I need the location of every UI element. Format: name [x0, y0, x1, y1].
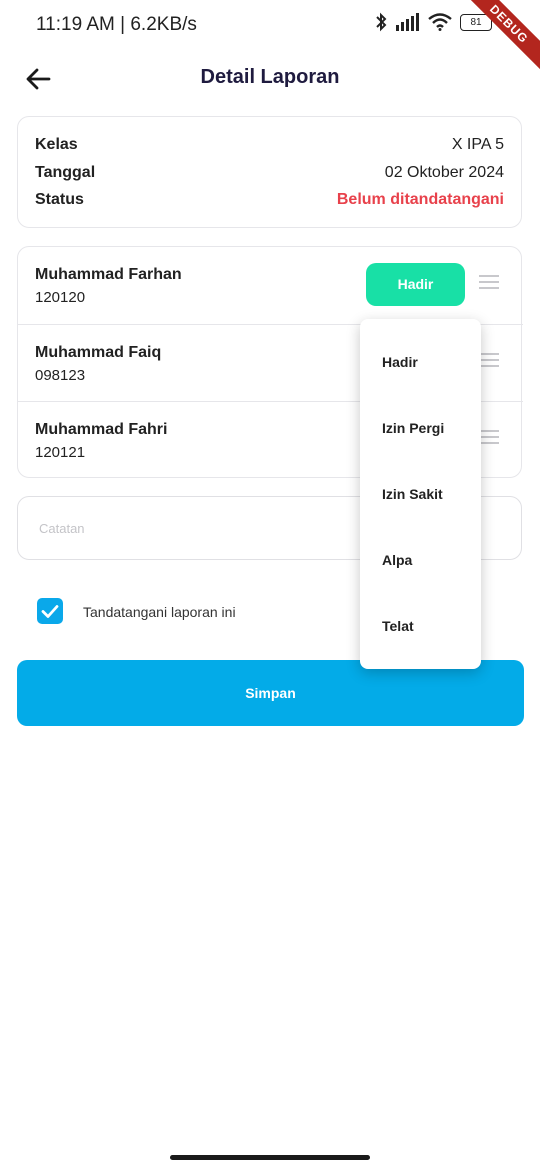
home-indicator: [170, 1155, 370, 1160]
status-icons: 81: [374, 12, 492, 32]
signal-icon: [396, 13, 419, 31]
bluetooth-icon: [376, 12, 387, 32]
student-row: Muhammad Farhan 120120 Hadir: [18, 247, 523, 324]
checkmark-icon: [41, 605, 59, 618]
dropdown-option-telat[interactable]: Telat: [360, 593, 481, 659]
tanggal-label: Tanggal: [35, 164, 96, 181]
kelas-label: Kelas: [35, 136, 78, 153]
dropdown-option-label: Alpa: [382, 552, 413, 568]
tanggal-value: 02 Oktober 2024: [384, 164, 504, 181]
menu-icon[interactable]: [479, 430, 499, 446]
dropdown-option-label: Telat: [382, 618, 414, 634]
tanggal-row: Tanggal 02 Oktober 2024: [35, 164, 504, 182]
dropdown-option-label: Izin Sakit: [382, 486, 443, 502]
save-button[interactable]: Simpan: [17, 660, 524, 726]
app-bar: Detail Laporan: [0, 52, 540, 106]
menu-icon[interactable]: [479, 275, 499, 291]
student-name: Muhammad Farhan: [35, 266, 182, 283]
student-id: 120120: [35, 289, 86, 306]
report-info-card: Kelas X IPA 5 Tanggal 02 Oktober 2024 St…: [17, 116, 522, 228]
battery-level: 81: [470, 16, 482, 28]
sign-checkbox[interactable]: [37, 598, 63, 624]
status-bar: 11:19 AM | 6.2KB/s 81 DEBUG: [0, 0, 540, 78]
status-value: Belum ditandatangani: [336, 191, 504, 208]
status-row: Status Belum ditandatangani: [35, 191, 504, 209]
status-time: 11:19 AM | 6.2KB/s: [36, 14, 197, 35]
student-name: Muhammad Faiq: [35, 344, 162, 361]
wifi-icon: [428, 13, 452, 31]
kelas-row: Kelas X IPA 5: [35, 136, 504, 154]
dropdown-option-alpa[interactable]: Alpa: [360, 527, 481, 593]
student-name: Muhammad Fahri: [35, 421, 168, 438]
status-label: Status: [35, 191, 84, 208]
dropdown-option-label: Izin Pergi: [382, 420, 445, 436]
dropdown-option-izin-pergi[interactable]: Izin Pergi: [360, 395, 481, 461]
dropdown-option-hadir[interactable]: Hadir: [360, 329, 481, 395]
dropdown-option-izin-sakit[interactable]: Izin Sakit: [360, 461, 481, 527]
sign-checkbox-label: Tandatangani laporan ini: [83, 604, 236, 620]
kelas-value: X IPA 5: [451, 136, 504, 153]
page-title: Detail Laporan: [200, 66, 340, 88]
student-id: 098123: [35, 367, 86, 384]
attendance-status-button[interactable]: Hadir: [366, 263, 465, 306]
attendance-status-dropdown: Hadir Izin Pergi Izin Sakit Alpa Telat: [360, 319, 481, 669]
student-id: 120121: [35, 444, 86, 461]
menu-icon[interactable]: [479, 353, 499, 369]
dropdown-option-label: Hadir: [382, 354, 418, 370]
